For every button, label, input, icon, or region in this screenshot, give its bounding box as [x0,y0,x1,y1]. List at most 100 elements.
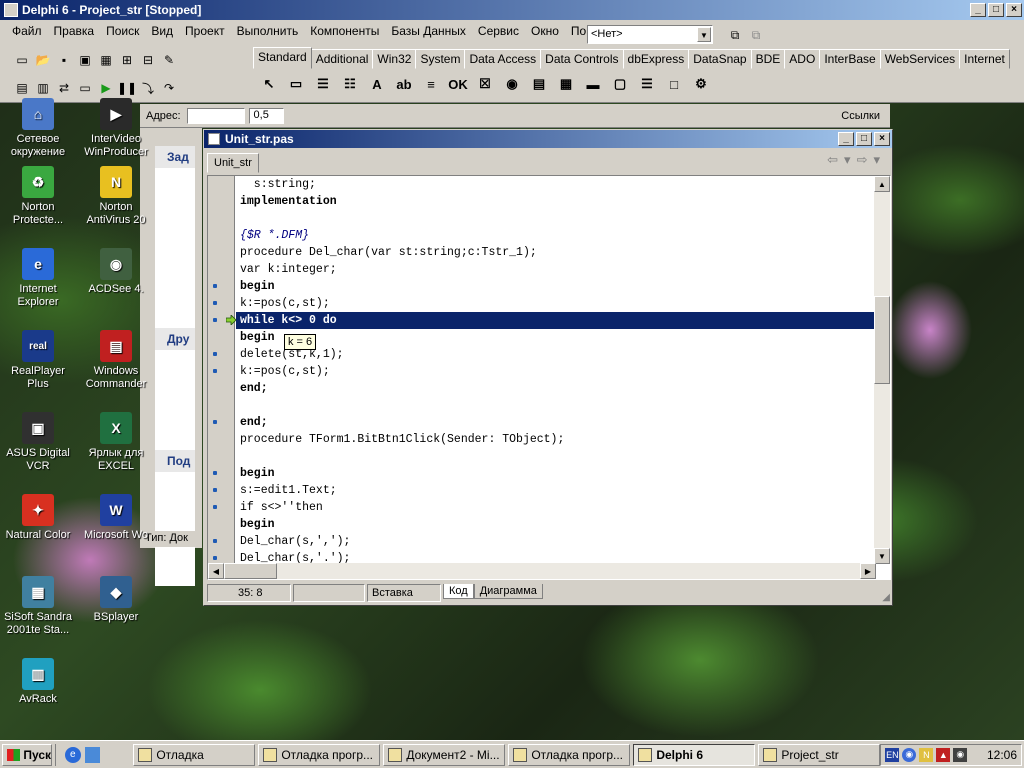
code-line[interactable]: while k<> 0 do [236,312,876,329]
radiogroup-icon[interactable]: ☰ [635,72,659,96]
desktop-icon[interactable]: X Ярлык для EXCEL [78,412,154,473]
desktop-icon[interactable]: e Internet Explorer [0,248,76,309]
checkbox-icon[interactable]: ☒ [473,72,497,96]
scroll-down-icon[interactable]: ▼ [874,548,890,564]
scrollbar-icon[interactable]: ▬ [581,72,605,96]
code-line[interactable]: begin [236,278,876,295]
desktop-icon[interactable]: ▣ ASUS Digital VCR [0,412,76,473]
desktop-icon[interactable]: ▶ InterVideo WinProducer [78,98,154,159]
back-arrow-icon[interactable]: ⇦▾ [827,152,856,167]
menu-item[interactable]: Поиск [100,24,145,38]
breakpoint-dot-icon[interactable] [213,352,217,356]
line-style-combo[interactable] [186,107,245,124]
view-form-icon[interactable]: ▥ [33,78,53,98]
taskbar-button[interactable]: Отладка прогр... [508,743,631,766]
breakpoint-dot-icon[interactable] [213,556,217,560]
minimize-button[interactable]: _ [970,3,986,17]
desktop-icon[interactable]: ♻ Norton Protecte... [0,166,76,227]
palette-tab[interactable]: dbExpress [622,49,690,69]
tab-unit-str[interactable]: Unit_str [207,153,259,173]
menu-item[interactable]: Выполнить [231,24,305,38]
button-icon[interactable]: OK [446,72,470,96]
hscroll-thumb[interactable] [224,563,277,579]
code-line[interactable]: implementation [236,193,876,210]
save-icon[interactable]: ▪ [54,50,74,70]
add-file-icon[interactable]: ⊞ [117,50,137,70]
language-indicator[interactable]: EN [885,747,900,762]
menu-item[interactable]: Файл [6,24,48,38]
menu-item[interactable]: Окно [525,24,565,38]
editor-gutter[interactable] [208,176,237,564]
code-line[interactable]: delete(st,k,1); [236,346,876,363]
antivirus-icon[interactable]: ▲ [936,747,951,762]
code-line[interactable]: Del_char(s,'.'); [236,550,876,564]
palette-tab[interactable]: Data Controls [540,49,624,69]
step-over-icon[interactable]: ↷ [159,78,179,98]
new-icon[interactable]: ▭ [12,50,32,70]
scroll-up-icon[interactable]: ▲ [874,176,890,192]
remove-file-icon[interactable]: ⊟ [138,50,158,70]
edit-icon[interactable]: ab [392,72,416,96]
code-line[interactable] [236,448,876,465]
volume-icon[interactable]: ◉ [953,747,968,762]
palette-tab[interactable]: System [415,49,466,69]
listbox-icon[interactable]: ▤ [527,72,551,96]
taskbar-button[interactable]: Delphi 6 [633,743,756,766]
quicklaunch-ie-icon[interactable]: e [64,746,81,763]
palette-tab[interactable]: ADO [784,49,821,69]
breakpoint-dot-icon[interactable] [213,284,217,288]
editor-minimize-button[interactable]: _ [838,132,854,146]
pause-icon[interactable]: ❚❚ [117,78,137,98]
desktop-icon[interactable]: ▦ SiSoft Sandra 2001te Sta... [0,576,76,637]
scroll-thumb[interactable] [874,296,890,384]
quicklaunch-desktop-icon[interactable] [84,746,101,763]
code-line[interactable]: if s<>''then [236,499,876,516]
menu-item[interactable]: Правка [48,24,101,38]
palette-tab[interactable]: Win32 [372,49,417,69]
code-lines[interactable]: s:string; implementation {$R *.DFM} procedu… [236,176,876,564]
groupbox-icon[interactable]: ▢ [608,72,632,96]
palette-tab[interactable]: BDE [750,49,786,69]
horizontal-scrollbar[interactable]: ◀ ▶ [208,563,876,579]
palette-tab[interactable]: WebServices [879,49,961,69]
toggle-form-icon[interactable]: ⇄ [54,78,74,98]
new-form-icon[interactable]: ▭ [75,78,95,98]
open-icon[interactable]: 📂 [33,50,53,70]
frames-icon[interactable]: ▭ [284,72,308,96]
breakpoint-dot-icon[interactable] [213,488,217,492]
code-line[interactable]: {$R *.DFM} [236,227,876,244]
breakpoint-dot-icon[interactable] [213,539,217,543]
code-line[interactable]: end; [236,414,876,431]
breakpoint-dot-icon[interactable] [213,369,217,373]
code-line[interactable] [236,397,876,414]
line-width-combo[interactable]: 0,5 [248,107,284,124]
radiobutton-icon[interactable]: ◉ [500,72,524,96]
maximize-button[interactable]: □ [988,3,1004,17]
panel-icon[interactable]: □ [662,72,686,96]
desktop-icon[interactable]: ✦ Natural Color [0,494,76,542]
menu-item[interactable]: Базы Данных [385,24,472,38]
network-icon[interactable]: ◉ [902,747,917,762]
code-line[interactable]: k:=pos(c,st); [236,363,876,380]
code-line[interactable]: begin [236,329,876,346]
memo-icon[interactable]: ≡ [419,72,443,96]
save-all-icon[interactable]: ▣ [75,50,95,70]
breakpoint-dot-icon[interactable] [213,471,217,475]
code-line[interactable]: procedure TForm1.BitBtn1Click(Sender: TO… [236,431,876,448]
delphi-title-bar[interactable]: Delphi 6 - Project_str [Stopped] _ □ × [0,0,1024,20]
editor-maximize-button[interactable]: □ [856,132,872,146]
view-tab[interactable]: Диаграмма [473,584,543,599]
taskbar-button[interactable]: Отладка прогр... [258,743,381,766]
code-line[interactable]: s:=edit1.Text; [236,482,876,499]
breakpoint-dot-icon[interactable] [213,318,217,322]
actionlist-icon[interactable]: ⚙ [689,72,713,96]
code-line[interactable]: procedure Del_char(var st:string;c:Tstr_… [236,244,876,261]
links-label[interactable]: Ссылки [837,108,884,124]
code-line[interactable]: end; [236,380,876,397]
combobox-icon[interactable]: ▦ [554,72,578,96]
popup-menu-icon[interactable]: ☷ [338,72,362,96]
open-project-icon[interactable]: ▦ [96,50,116,70]
code-line[interactable]: begin [236,465,876,482]
start-button[interactable]: Пуск [2,743,52,766]
forward-arrow-icon[interactable]: ⇨▾ [857,152,886,167]
